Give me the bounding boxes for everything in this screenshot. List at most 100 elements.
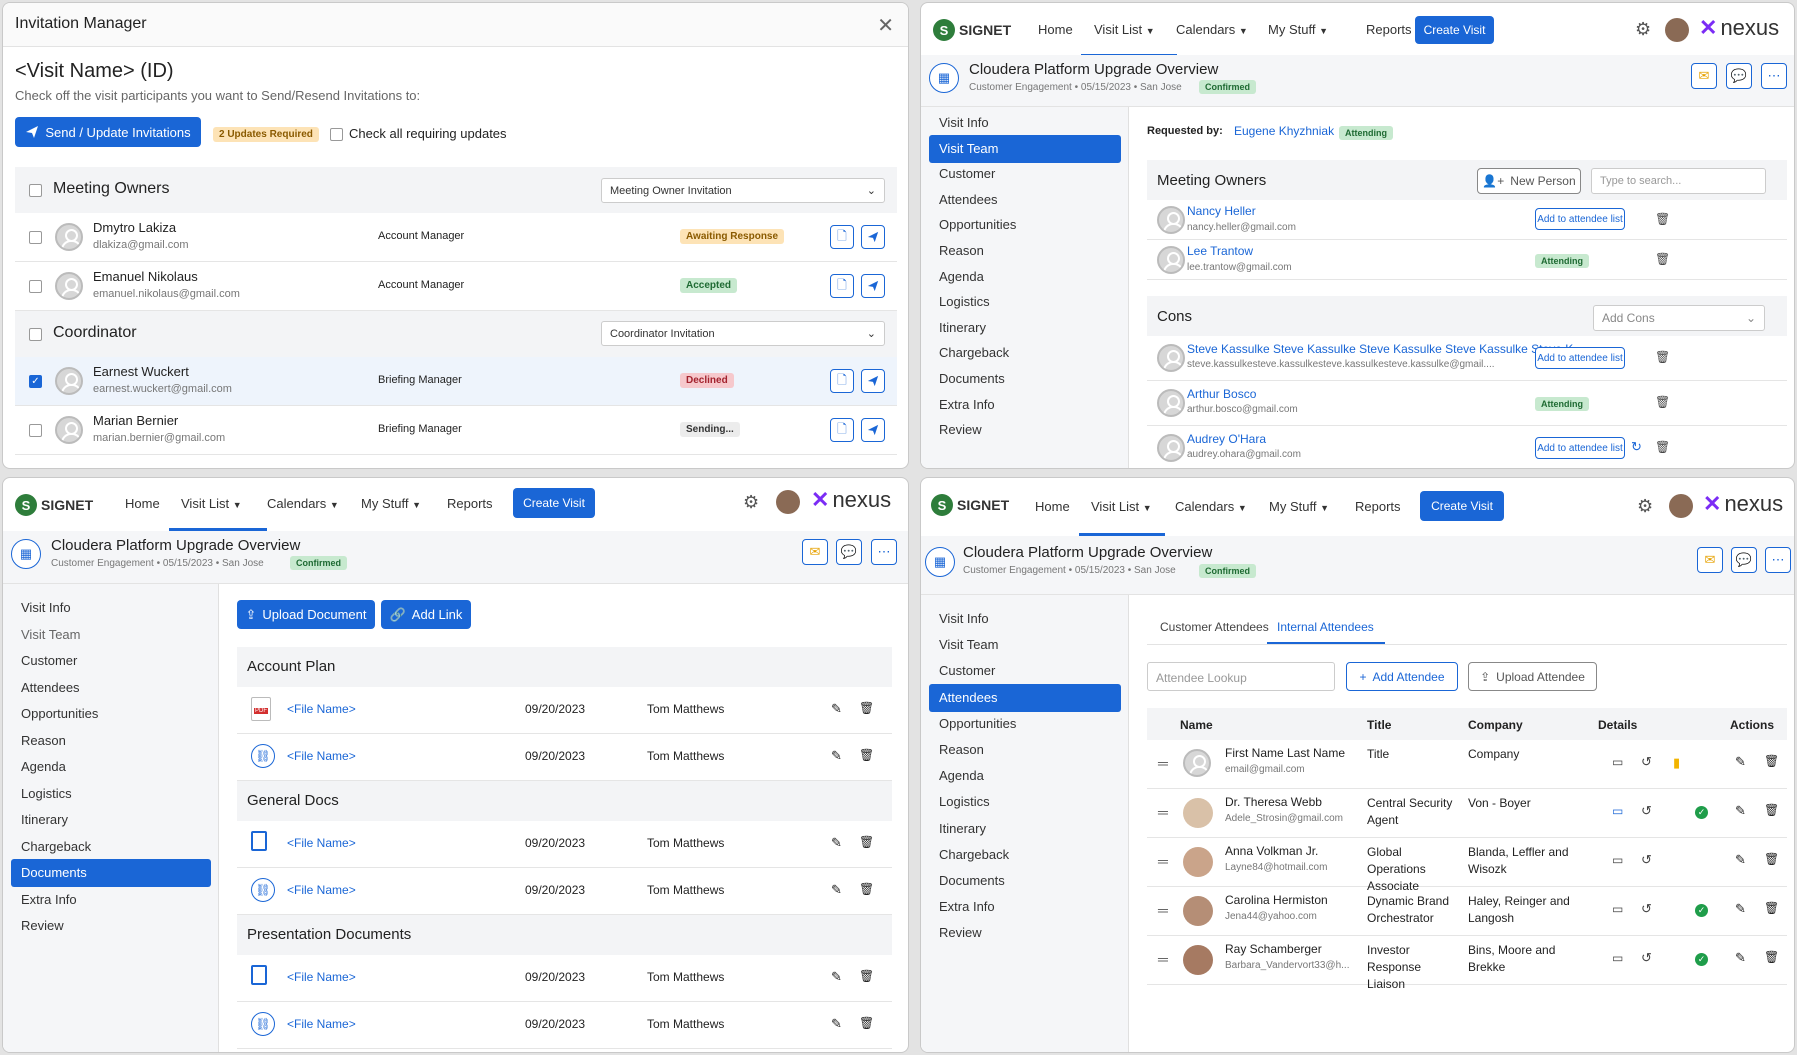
chat-button[interactable]: 💬	[1731, 547, 1757, 573]
pencil-icon[interactable]: ✎	[1735, 901, 1746, 917]
sidebar-item-logistics[interactable]: Logistics	[929, 788, 1121, 816]
user-avatar[interactable]	[1669, 494, 1693, 518]
check-all-checkbox[interactable]	[330, 128, 343, 141]
sidebar-item-agenda[interactable]: Agenda	[11, 753, 211, 781]
note-icon[interactable]: ▭	[1612, 902, 1623, 916]
nav-home[interactable]: Home	[1038, 22, 1073, 37]
pencil-icon[interactable]: ✎	[831, 835, 842, 851]
file-name-link[interactable]: <File Name>	[287, 1017, 356, 1031]
preview-invite-button[interactable]: 🗋	[830, 225, 854, 249]
sidebar-item-reason[interactable]: Reason	[929, 736, 1121, 764]
file-name-link[interactable]: <File Name>	[287, 970, 356, 984]
trash-icon[interactable]: 🗑	[1764, 852, 1779, 866]
nav-calendars[interactable]: Calendars ▼	[267, 496, 339, 511]
nav-calendars[interactable]: Calendars ▼	[1176, 22, 1248, 37]
sidebar-item-extra-info[interactable]: Extra Info	[11, 886, 211, 914]
send-invite-button[interactable]	[861, 274, 885, 298]
nav-reports[interactable]: Reports	[447, 496, 493, 511]
chat-button[interactable]: 💬	[1726, 63, 1752, 89]
sidebar-item-extra-info[interactable]: Extra Info	[929, 391, 1121, 419]
trash-icon[interactable]: 🗑	[1655, 440, 1670, 454]
pencil-icon[interactable]: ✎	[831, 1016, 842, 1032]
sidebar-item-review[interactable]: Review	[11, 912, 211, 940]
nav-reports[interactable]: Reports	[1366, 22, 1412, 37]
pencil-icon[interactable]: ✎	[1735, 803, 1746, 819]
sidebar-item-opportunities[interactable]: Opportunities	[11, 700, 211, 728]
note-icon[interactable]: ▭	[1612, 804, 1623, 818]
sidebar-item-attendees[interactable]: Attendees	[929, 186, 1121, 214]
note-icon[interactable]: ▭	[1612, 853, 1623, 867]
file-name-link[interactable]: <File Name>	[287, 702, 356, 716]
pencil-icon[interactable]: ✎	[831, 748, 842, 764]
sidebar-item-visit-info[interactable]: Visit Info	[929, 605, 1121, 633]
preview-invite-button[interactable]: 🗋	[830, 274, 854, 298]
add-to-attendee-list-button[interactable]: Add to attendee list	[1535, 208, 1625, 230]
trash-icon[interactable]: 🗑	[859, 969, 874, 983]
upload-document-button[interactable]: ⇪ Upload Document	[237, 600, 375, 629]
trash-icon[interactable]: 🗑	[859, 835, 874, 849]
person-name[interactable]: Steve Kassulke Steve Kassulke Steve Kass…	[1187, 342, 1583, 356]
sidebar-item-opportunities[interactable]: Opportunities	[929, 211, 1121, 239]
sidebar-item-customer[interactable]: Customer	[11, 647, 211, 675]
sidebar-item-review[interactable]: Review	[929, 919, 1121, 947]
file-name-link[interactable]: <File Name>	[287, 883, 356, 897]
sidebar-item-visit-info[interactable]: Visit Info	[929, 109, 1121, 137]
pencil-icon[interactable]: ✎	[1735, 852, 1746, 868]
row-checkbox[interactable]	[29, 424, 42, 437]
pencil-icon[interactable]: ✎	[831, 969, 842, 985]
send-invitations-button[interactable]: Send / Update Invitations	[15, 117, 201, 147]
nav-visit-list[interactable]: Visit List ▼	[181, 496, 242, 511]
sidebar-item-review[interactable]: Review	[929, 416, 1121, 444]
sidebar-item-chargeback[interactable]: Chargeback	[11, 833, 211, 861]
sidebar-item-agenda[interactable]: Agenda	[929, 762, 1121, 790]
nav-home[interactable]: Home	[125, 496, 160, 511]
user-avatar[interactable]	[1665, 18, 1689, 42]
email-button[interactable]: ✉	[1691, 63, 1717, 89]
history-icon[interactable]: ↺	[1641, 950, 1652, 966]
requested-by-name[interactable]: Eugene Khyzhniak	[1234, 124, 1334, 138]
file-name-link[interactable]: <File Name>	[287, 749, 356, 763]
tab-customer-attendees[interactable]: Customer Attendees	[1160, 620, 1269, 634]
trash-icon[interactable]: 🗑	[1655, 252, 1670, 266]
sidebar-item-visit-team[interactable]: Visit Team	[929, 631, 1121, 659]
more-button[interactable]: ⋯	[871, 539, 897, 565]
sidebar-item-opportunities[interactable]: Opportunities	[929, 710, 1121, 738]
add-to-attendee-list-button[interactable]: Add to attendee list	[1535, 437, 1625, 459]
nav-my-stuff[interactable]: My Stuff ▼	[361, 496, 421, 511]
email-button[interactable]: ✉	[1697, 547, 1723, 573]
signet-logo[interactable]: S SIGNET	[933, 19, 1011, 41]
add-attendee-button[interactable]: + Add Attendee	[1346, 662, 1458, 691]
create-visit-button[interactable]: Create Visit	[1420, 491, 1504, 521]
sidebar-item-logistics[interactable]: Logistics	[929, 288, 1121, 316]
history-icon[interactable]: ↺	[1641, 803, 1652, 819]
sidebar-item-itinerary[interactable]: Itinerary	[11, 806, 211, 834]
drag-handle-icon[interactable]: ═	[1158, 804, 1168, 820]
pencil-icon[interactable]: ✎	[831, 882, 842, 898]
sidebar-item-visit-team[interactable]: Visit Team	[929, 134, 1121, 163]
row-checkbox[interactable]	[29, 231, 42, 244]
pencil-icon[interactable]: ✎	[1735, 754, 1746, 770]
gear-icon[interactable]: ⚙	[1635, 19, 1651, 40]
drag-handle-icon[interactable]: ═	[1158, 902, 1168, 918]
group-checkbox[interactable]	[29, 184, 42, 197]
person-name[interactable]: Arthur Bosco	[1187, 387, 1256, 401]
nav-visit-list[interactable]: Visit List ▼	[1091, 499, 1152, 514]
nav-home[interactable]: Home	[1035, 499, 1070, 514]
create-visit-button[interactable]: Create Visit	[1415, 16, 1494, 44]
trash-icon[interactable]: 🗑	[859, 1016, 874, 1030]
gear-icon[interactable]: ⚙	[743, 492, 759, 513]
pencil-icon[interactable]: ✎	[831, 701, 842, 717]
create-visit-button[interactable]: Create Visit	[513, 488, 595, 518]
sidebar-item-customer[interactable]: Customer	[929, 657, 1121, 685]
invitation-type-select[interactable]: Meeting Owner Invitation ⌄	[601, 178, 885, 203]
sidebar-item-attendees[interactable]: Attendees	[929, 683, 1121, 712]
search-input[interactable]: Type to search...	[1591, 168, 1766, 194]
preview-invite-button[interactable]: 🗋	[830, 418, 854, 442]
sidebar-item-customer[interactable]: Customer	[929, 160, 1121, 188]
trash-icon[interactable]: 🗑	[1655, 395, 1670, 409]
add-cons-select[interactable]: Add Cons ⌄	[1593, 305, 1765, 331]
add-link-button[interactable]: 🔗 Add Link	[381, 600, 471, 629]
person-name[interactable]: Audrey O'Hara	[1187, 432, 1266, 446]
drag-handle-icon[interactable]: ═	[1158, 951, 1168, 967]
more-button[interactable]: ⋯	[1761, 63, 1787, 89]
